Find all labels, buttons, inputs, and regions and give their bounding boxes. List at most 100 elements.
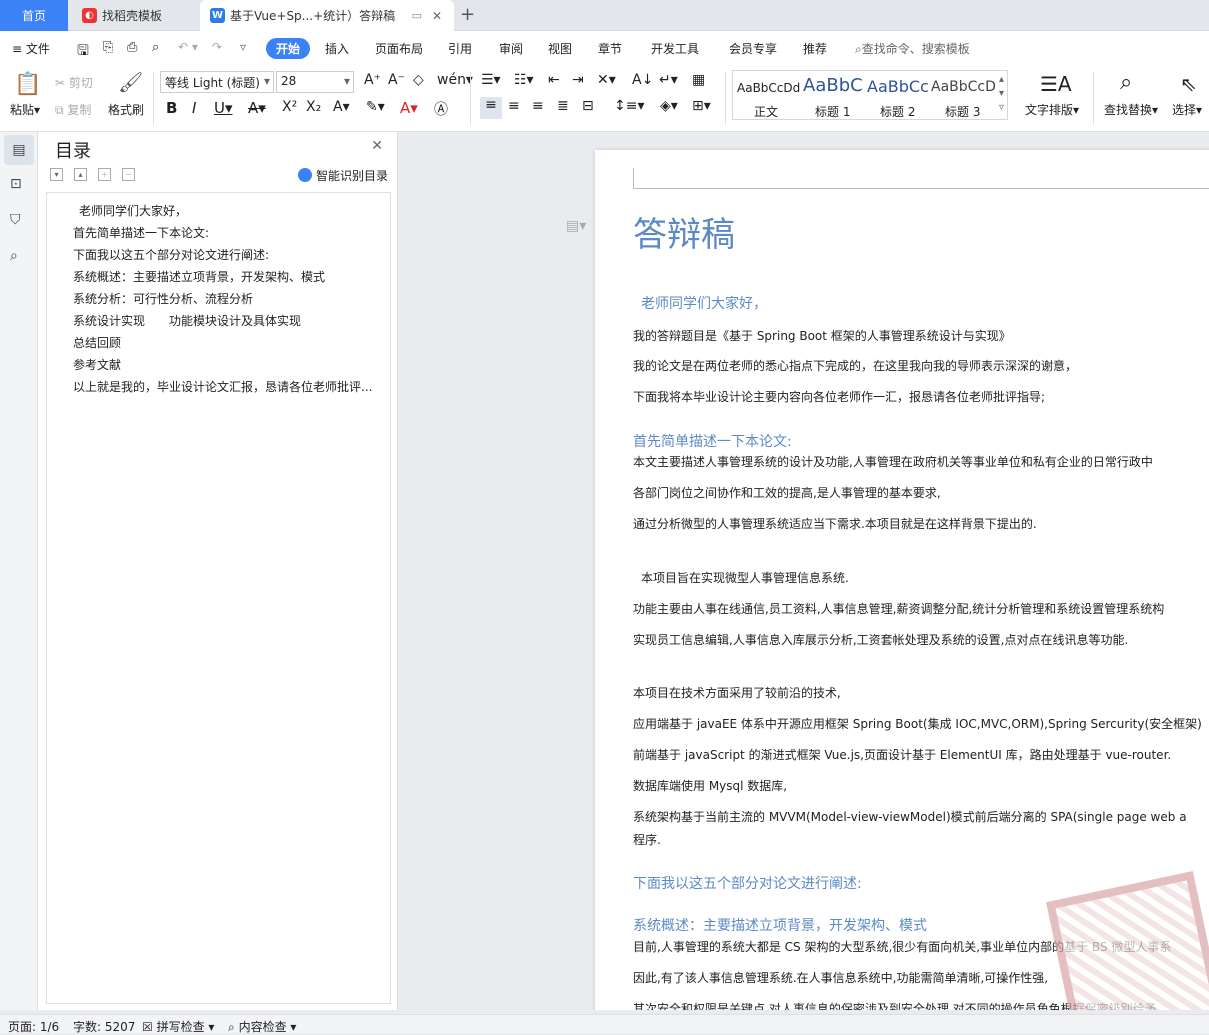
style-h2-preview[interactable]: AaBbCc <box>867 77 929 96</box>
preview-icon[interactable]: ⌕ <box>152 40 159 55</box>
text-effect-icon[interactable]: A▾ <box>333 99 350 115</box>
grow-font-icon[interactable]: A⁺ <box>364 72 381 88</box>
document-page[interactable]: 答辩稿 老师同学们大家好， 我的答辩题目是《基于 Spring Boot 框架的… <box>595 150 1209 1010</box>
smart-toc-button[interactable]: 智能识别目录 <box>297 167 388 184</box>
toc-item[interactable]: 下面我以这五个部分对论文进行阐述: <box>73 246 383 263</box>
style-h3-label[interactable]: 标题 3 <box>945 103 980 120</box>
menu-insert[interactable]: 插入 <box>325 40 349 57</box>
paste-button[interactable]: 粘贴▾ <box>10 101 40 118</box>
font-name-select[interactable]: 等线 Light (标题) ▾ <box>160 71 274 93</box>
strikethrough-icon[interactable]: A▾ <box>248 99 266 117</box>
highlight-icon[interactable]: ✎▾ <box>366 99 385 115</box>
bookmark-icon[interactable]: ⛉ <box>10 212 21 228</box>
redo-icon[interactable]: ↷ <box>212 40 222 54</box>
style-h1-label[interactable]: 标题 1 <box>815 103 850 120</box>
toc-item[interactable]: 参考文献 <box>73 356 383 373</box>
shrink-font-icon[interactable]: A⁻ <box>388 72 405 88</box>
border-icon[interactable]: ⊞▾ <box>692 98 711 114</box>
toc-item[interactable]: 以上就是我的，毕业设计论文汇报，恳请各位老师批评... <box>73 378 383 395</box>
style-normal-label[interactable]: 正文 <box>754 103 778 120</box>
menu-view[interactable]: 视图 <box>548 40 572 57</box>
find-replace-button[interactable]: 查找替换▾ <box>1104 101 1158 118</box>
find-icon[interactable]: ⌕ <box>1120 70 1132 95</box>
select-cursor-icon[interactable]: ⇖ <box>1180 72 1197 96</box>
format-painter-icon[interactable]: 🖌 <box>118 70 143 94</box>
toc-item[interactable]: 系统概述：主要描述立项背景，开发架构、模式 <box>73 268 383 285</box>
close-icon[interactable]: ✕ <box>371 138 383 154</box>
underline-icon[interactable]: U▾ <box>214 99 233 117</box>
superscript-icon[interactable]: X² <box>282 99 297 115</box>
collapse-icon[interactable]: ▾ <box>50 168 63 181</box>
format-painter-button[interactable]: 格式刷 <box>108 101 144 118</box>
cut-button[interactable]: ✂ 剪切 <box>55 74 93 91</box>
toc-item[interactable]: 总结回顾 <box>73 334 383 351</box>
style-h1-preview[interactable]: AaBbC <box>803 75 863 96</box>
style-scroll-icon[interactable]: ▴ ▾ ▿ <box>999 73 1004 115</box>
save-icon[interactable]: 🖫 <box>77 40 89 64</box>
text-layout-button[interactable]: 文字排版▾ <box>1025 101 1079 118</box>
expand-icon[interactable]: ▴ <box>74 168 87 181</box>
clear-format-icon[interactable]: ◇ <box>413 72 424 88</box>
file-menu[interactable]: ≡ 文件 <box>12 40 50 57</box>
new-tab-button[interactable]: + <box>460 4 475 25</box>
promote-icon[interactable]: + <box>98 168 111 181</box>
tab-home[interactable]: 首页 <box>0 0 68 31</box>
paste-icon[interactable]: 📋 <box>14 72 41 97</box>
page-count[interactable]: 页面: 1/6 <box>8 1018 59 1035</box>
search-panel-icon[interactable]: ⌕ <box>10 248 18 264</box>
show-marks-icon[interactable]: ↵▾ <box>659 72 678 88</box>
monitor-icon[interactable]: ▭ <box>412 9 422 22</box>
shading-icon[interactable]: ◈▾ <box>660 98 678 114</box>
align-center-icon[interactable]: ≡ <box>508 98 520 114</box>
align-right-icon[interactable]: ≡ <box>532 98 544 114</box>
decrease-indent-icon[interactable]: ⇤ <box>548 72 560 88</box>
menu-review[interactable]: 审阅 <box>499 40 523 57</box>
menu-developer[interactable]: 开发工具 <box>651 40 699 57</box>
toc-item[interactable]: 系统分析：可行性分析、流程分析 <box>73 290 383 307</box>
justify-icon[interactable]: ≣ <box>557 98 569 114</box>
copy-button[interactable]: ⧉ 复制 <box>55 101 91 118</box>
menu-start[interactable]: 开始 <box>266 38 311 59</box>
bold-icon[interactable]: B <box>166 99 177 117</box>
distribute-icon[interactable]: ⊟ <box>582 98 594 114</box>
toc-panel-icon[interactable]: ▤ <box>4 135 34 165</box>
demote-icon[interactable]: − <box>122 168 135 181</box>
italic-icon[interactable]: I <box>192 99 196 117</box>
toc-item[interactable]: 老师同学们大家好， <box>79 202 389 219</box>
style-h3-preview[interactable]: AaBbCcD <box>931 79 996 95</box>
numbered-list-icon[interactable]: ☷▾ <box>514 72 534 88</box>
spell-check-button[interactable]: ☒ 拼写检查 ▾ <box>142 1018 214 1035</box>
document-icon[interactable]: ▤▾ <box>566 218 586 234</box>
menu-page-layout[interactable]: 页面布局 <box>375 40 423 57</box>
tab-template[interactable]: ◐ 找稻壳模板 <box>72 0 196 31</box>
font-color-icon[interactable]: A▾ <box>400 99 418 117</box>
chinese-layout-icon[interactable]: ✕▾ <box>597 72 616 88</box>
text-layout-icon[interactable]: ☰A <box>1040 72 1072 96</box>
menu-chapter[interactable]: 章节 <box>598 40 622 57</box>
print-icon[interactable]: ⎙ <box>127 40 137 55</box>
menu-member[interactable]: 会员专享 <box>729 40 777 57</box>
menu-references[interactable]: 引用 <box>448 40 472 57</box>
table-icon[interactable]: ▦ <box>692 72 705 88</box>
style-normal-preview[interactable]: AaBbCcDd <box>737 81 800 95</box>
sort-icon[interactable]: A↓ <box>632 72 653 88</box>
tab-document[interactable]: W 基于Vue+Sp...+统计）答辩稿 ▭ ✕ <box>200 0 454 31</box>
export-pdf-icon[interactable]: ⎘ <box>103 40 113 55</box>
content-check-button[interactable]: ⌕ 内容检查 ▾ <box>228 1018 296 1035</box>
toc-item[interactable]: 系统设计实现 功能模块设计及具体实现 <box>73 312 383 329</box>
undo-icon[interactable]: ↶ ▾ <box>178 40 198 54</box>
toc-item[interactable]: 首先简单描述一下本论文: <box>73 224 383 241</box>
word-count[interactable]: 字数: 5207 <box>73 1018 135 1035</box>
menu-recommend[interactable]: 推荐 <box>803 40 827 57</box>
command-search[interactable]: ⌕查找命令、搜索模板 <box>855 40 970 57</box>
font-size-select[interactable]: 28 ▾ <box>276 71 354 93</box>
close-tab-icon[interactable]: ✕ <box>432 9 442 23</box>
subscript-icon[interactable]: X₂ <box>306 99 321 115</box>
phonetic-icon[interactable]: wén▾ <box>437 72 473 88</box>
chapter-nav-icon[interactable]: ⊡ <box>10 176 22 192</box>
select-button[interactable]: 选择▾ <box>1172 101 1202 118</box>
bullet-list-icon[interactable]: ☰▾ <box>481 72 501 88</box>
line-spacing-icon[interactable]: ↕≡▾ <box>614 98 645 114</box>
style-h2-label[interactable]: 标题 2 <box>880 103 915 120</box>
quick-access-dropdown-icon[interactable]: ▿ <box>240 40 246 54</box>
